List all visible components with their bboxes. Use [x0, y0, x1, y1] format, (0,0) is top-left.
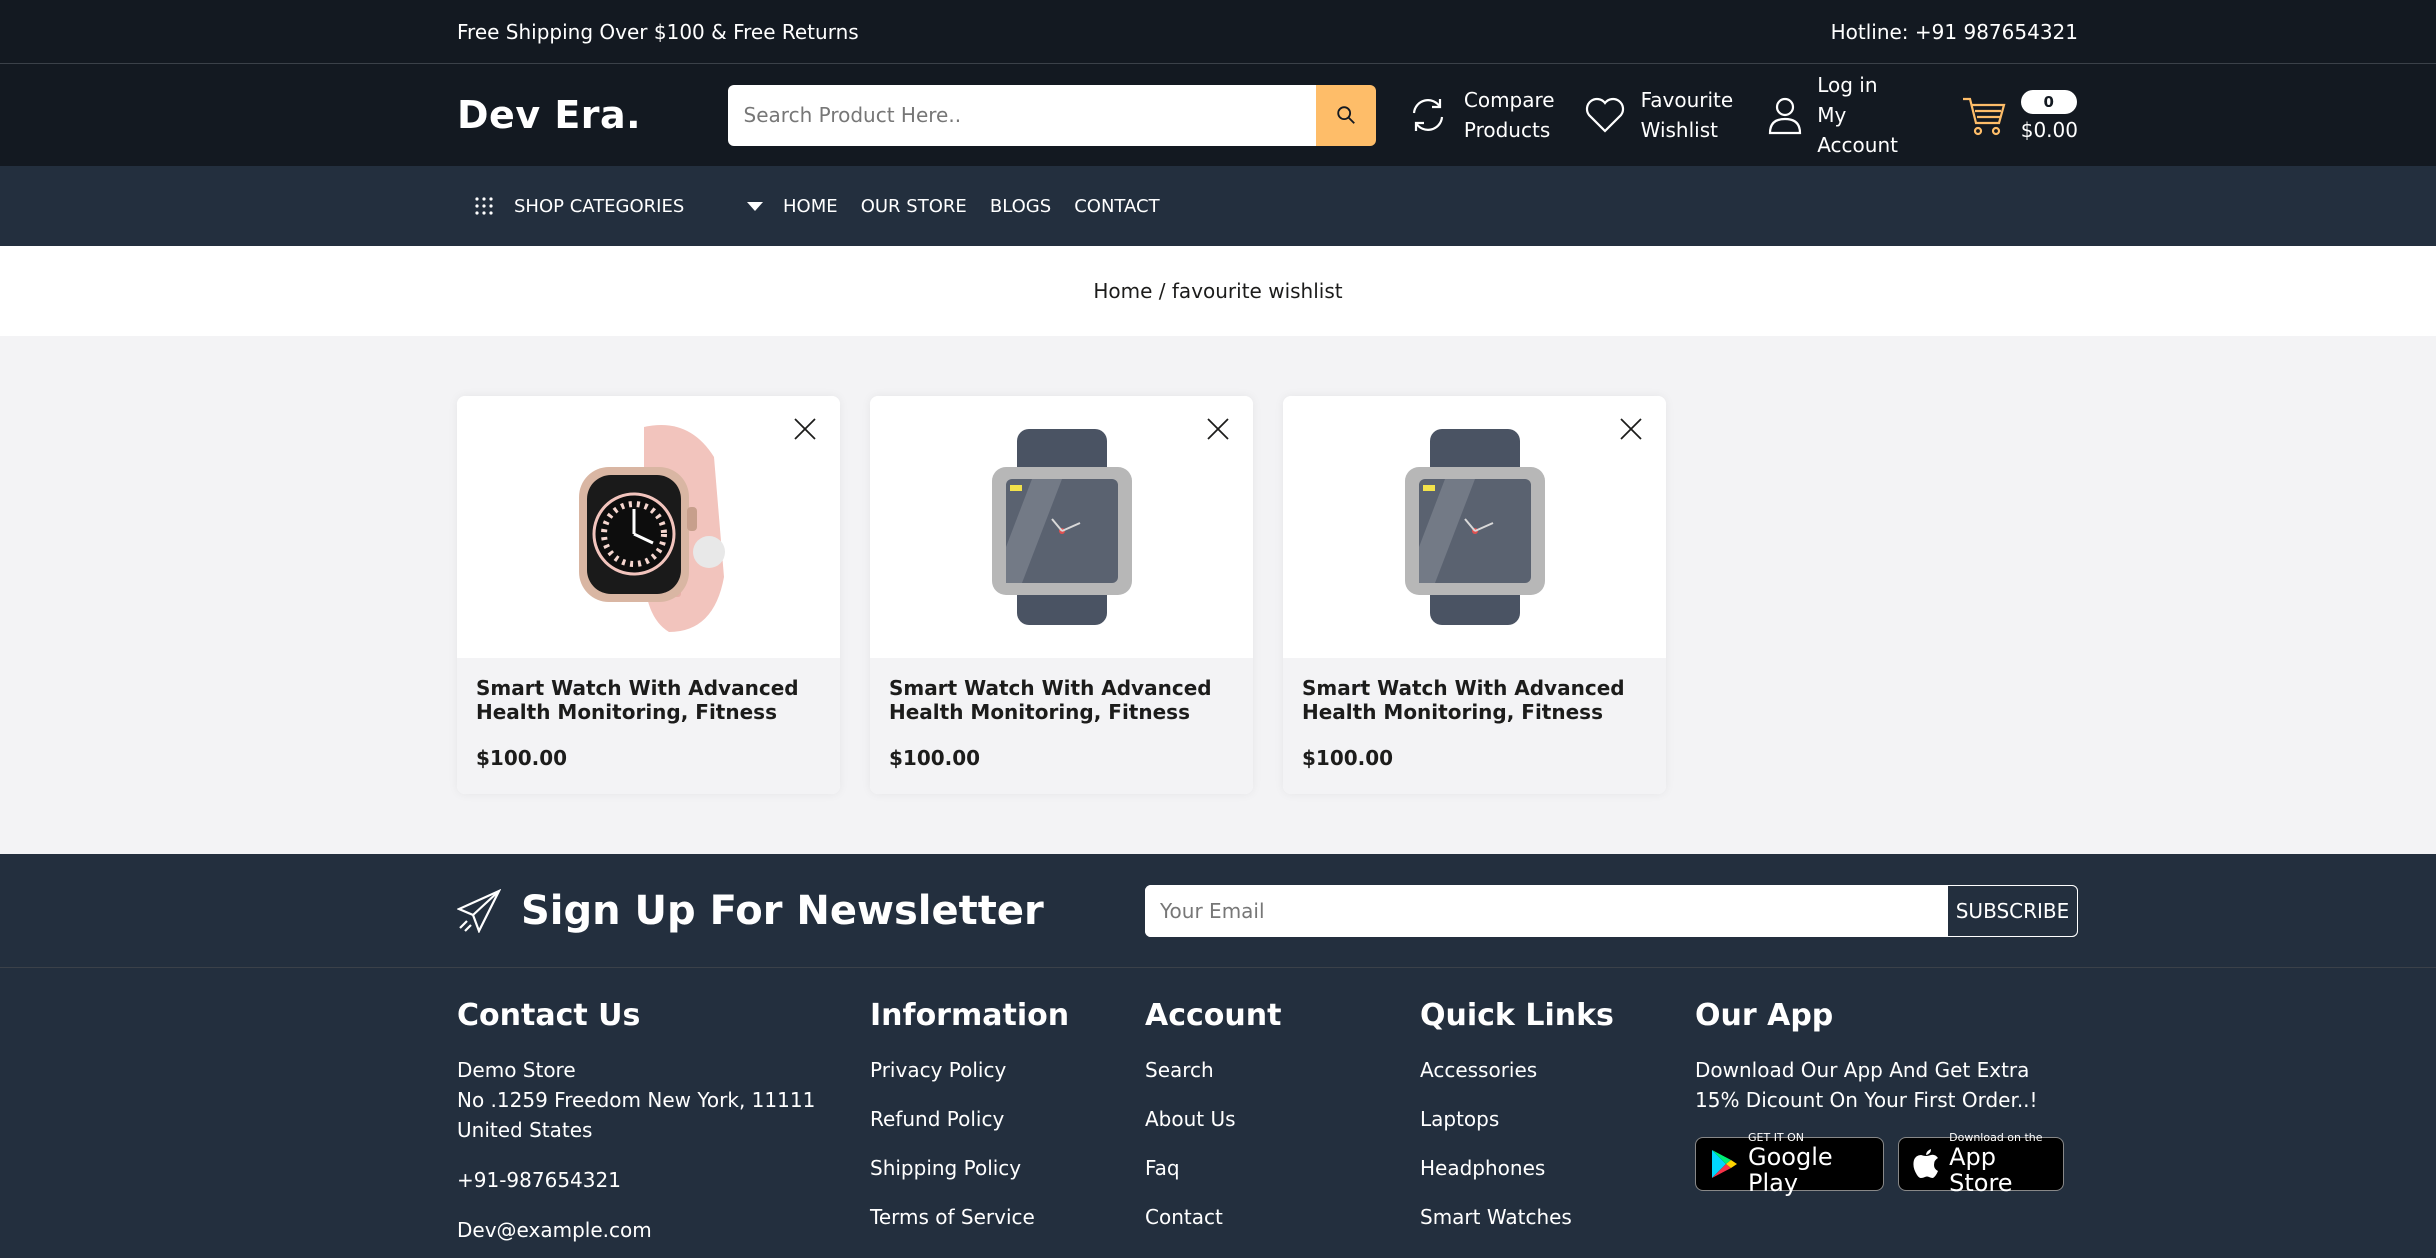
nav-our-store[interactable]: OUR STORE	[861, 196, 967, 217]
search-icon	[1337, 106, 1355, 124]
product-title[interactable]: Smart Watch With Advanced Health Monitor…	[476, 676, 821, 724]
shop-categories-label: SHOP CATEGORIES	[514, 195, 685, 217]
product-price: $100.00	[476, 746, 568, 770]
footer-account: Account Search About Us Faq Contact	[1145, 998, 1420, 1251]
compare-products-link[interactable]: Compare Products	[1406, 85, 1555, 145]
google-play-icon	[1710, 1149, 1738, 1179]
wishlist-card[interactable]: Smart Watch With Advanced Health Monitor…	[870, 396, 1253, 794]
footer-heading: Information	[870, 998, 1070, 1033]
apple-icon	[1913, 1149, 1939, 1179]
chevron-down-icon	[747, 196, 763, 217]
remove-button[interactable]	[790, 414, 820, 444]
store-name: Demo Store	[457, 1058, 576, 1082]
product-image[interactable]	[1283, 396, 1666, 658]
newsletter-form: SUBSCRIBE	[1145, 885, 2078, 937]
cart-link[interactable]: 0 $0.00	[1961, 85, 2078, 145]
product-price: $100.00	[1302, 746, 1394, 770]
product-image[interactable]	[870, 396, 1253, 658]
grey-watch-image	[1404, 429, 1545, 625]
footer-link[interactable]: Shipping Policy	[870, 1153, 1145, 1183]
address-line: United States	[457, 1118, 593, 1142]
newsletter-email-input[interactable]	[1145, 885, 1947, 937]
app-store-button[interactable]: Download on the App Store	[1898, 1132, 2064, 1196]
wishlist-card[interactable]: Smart Watch With Advanced Health Monitor…	[1283, 396, 1666, 794]
header: Dev Era. CompareProducts FavouriteWishli…	[0, 64, 2436, 166]
close-icon	[1207, 418, 1229, 440]
cart-count-badge: 0	[2020, 90, 2077, 114]
footer-link[interactable]: Contact	[1145, 1202, 1420, 1232]
close-icon	[794, 418, 816, 440]
footer-link[interactable]: Accessories	[1420, 1055, 1695, 1085]
remove-button[interactable]	[1203, 414, 1233, 444]
subscribe-button[interactable]: SUBSCRIBE	[1947, 885, 2078, 937]
newsletter-section: Sign Up For Newsletter SUBSCRIBE	[0, 854, 2436, 968]
footer-app: Our App Download Our App And Get Extra 1…	[1695, 998, 2078, 1251]
close-icon	[1620, 418, 1642, 440]
wishlist-link[interactable]: Favourite Wishlist	[1583, 85, 1733, 145]
compare-icon	[1406, 93, 1450, 137]
footer-heading: Contact Us	[457, 998, 641, 1033]
footer-link[interactable]: Headphones	[1420, 1153, 1695, 1183]
footer-link[interactable]: Laptops	[1420, 1104, 1695, 1134]
footer-quick-links: Quick Links Accessories Laptops Headphon…	[1420, 998, 1695, 1251]
heart-icon	[1583, 95, 1627, 135]
product-title[interactable]: Smart Watch With Advanced Health Monitor…	[1302, 676, 1647, 724]
footer-link[interactable]: About Us	[1145, 1104, 1420, 1134]
footer-link[interactable]: Terms of Service	[870, 1202, 1145, 1232]
footer-heading: Our App	[1695, 998, 1834, 1033]
cart-total: $0.00	[2020, 118, 2078, 142]
google-play-button[interactable]: GET IT ON Google Play	[1695, 1132, 1885, 1196]
footer-link[interactable]: Smart Watches	[1420, 1202, 1695, 1232]
paper-plane-icon	[457, 889, 501, 933]
wishlist-card[interactable]: Smart Watch With Advanced Health Monitor…	[457, 396, 840, 794]
nav-home[interactable]: HOME	[783, 196, 838, 217]
search-input[interactable]	[727, 84, 1316, 146]
product-image[interactable]	[457, 396, 840, 658]
address-line: No .1259 Freedom New York, 11111	[457, 1088, 816, 1112]
footer-heading: Account	[1145, 998, 1282, 1033]
wishlist-products: Smart Watch With Advanced Health Monitor…	[0, 336, 2436, 854]
shipping-notice: Free Shipping Over $100 & Free Returns	[457, 20, 859, 44]
account-link[interactable]: Log in My Account	[1767, 70, 1931, 160]
app-promo-text: Download Our App And Get Extra 15% Dicou…	[1695, 1058, 2038, 1112]
search-bar	[727, 84, 1376, 146]
search-button[interactable]	[1315, 84, 1376, 146]
app-store-links: GET IT ON Google Play Download on the Ap…	[1695, 1132, 2078, 1196]
footer-link[interactable]: Faq	[1145, 1153, 1420, 1183]
remove-button[interactable]	[1616, 414, 1646, 444]
product-info: Smart Watch With Advanced Health Monitor…	[870, 658, 1253, 794]
footer-contact: Contact Us Demo Store No .1259 Freedom N…	[457, 998, 870, 1251]
nav-blogs[interactable]: BLOGS	[990, 196, 1051, 217]
grey-watch-image	[991, 429, 1132, 625]
main-nav: SHOP CATEGORIES HOME OUR STORE BLOGS CON…	[0, 166, 2436, 246]
nav-contact[interactable]: CONTACT	[1074, 196, 1159, 217]
footer-link[interactable]: Privacy Policy	[870, 1055, 1145, 1085]
footer-link[interactable]: Refund Policy	[870, 1104, 1145, 1134]
contact-phone-link[interactable]: +91-987654321	[457, 1165, 870, 1195]
footer-information: Information Privacy Policy Refund Policy…	[870, 998, 1145, 1251]
breadcrumb: Home / favourite wishlist	[0, 246, 2436, 336]
top-bar: Free Shipping Over $100 & Free Returns H…	[0, 0, 2436, 64]
categories-grid-icon	[474, 196, 494, 216]
contact-email-link[interactable]: Dev@example.com	[457, 1215, 870, 1245]
user-icon	[1767, 94, 1803, 136]
shop-categories-dropdown[interactable]: SHOP CATEGORIES	[457, 196, 783, 217]
hotline[interactable]: Hotline: +91 987654321	[1831, 20, 2078, 44]
footer: Contact Us Demo Store No .1259 Freedom N…	[0, 968, 2436, 1258]
footer-heading: Quick Links	[1420, 998, 1614, 1033]
cart-icon	[1961, 93, 2007, 137]
product-title[interactable]: Smart Watch With Advanced Health Monitor…	[889, 676, 1234, 724]
product-price: $100.00	[889, 746, 981, 770]
pink-watch-image	[578, 425, 725, 632]
newsletter-heading: Sign Up For Newsletter	[457, 888, 1145, 934]
footer-link[interactable]: Search	[1145, 1055, 1420, 1085]
product-info: Smart Watch With Advanced Health Monitor…	[1283, 658, 1666, 794]
nav-menu: HOME OUR STORE BLOGS CONTACT	[783, 196, 1178, 217]
logo[interactable]: Dev Era.	[457, 93, 728, 137]
product-info: Smart Watch With Advanced Health Monitor…	[457, 658, 840, 794]
